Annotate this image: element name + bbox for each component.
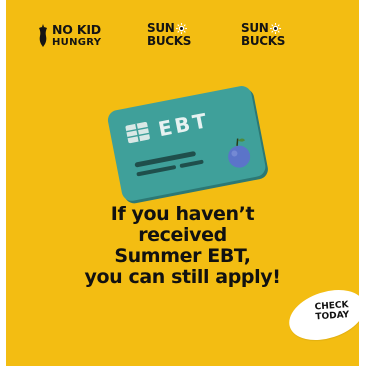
logo-header: NO KID HUNGRY SUN BUCKS SUN BUCKS <box>6 22 359 54</box>
no-kid-hungry-logo: NO KID HUNGRY <box>37 24 101 48</box>
badge-line: TODAY <box>315 310 350 323</box>
headline-line: If you haven’t <box>110 203 255 225</box>
logo-line: NO KID <box>52 22 101 38</box>
logo-line: HUNGRY <box>52 36 102 48</box>
apple-core-icon <box>39 24 47 47</box>
logo-line: BUCKS <box>147 34 192 48</box>
sunbucks-logo: SUN BUCKS <box>147 22 191 47</box>
logo-line: BUCKS <box>241 34 286 48</box>
sun-icon <box>175 22 187 34</box>
headline-line: received <box>138 224 227 246</box>
check-today-button[interactable]: CHECK TODAY <box>282 281 359 349</box>
logo-line: SUN <box>147 21 175 35</box>
sunbucks-logo: SUN BUCKS <box>241 22 285 47</box>
sun-icon <box>269 22 281 34</box>
headline: If you haven’t received Summer EBT, you … <box>6 204 359 288</box>
promo-card: NO KID HUNGRY SUN BUCKS SUN BUCKS EBT If… <box>6 0 359 366</box>
ebt-card-graphic: EBT <box>107 86 268 204</box>
headline-line: Summer EBT, <box>114 245 251 267</box>
headline-line: you can still apply! <box>84 266 281 288</box>
logo-line: SUN <box>241 21 269 35</box>
ebt-card-illustration: EBT <box>104 78 274 213</box>
